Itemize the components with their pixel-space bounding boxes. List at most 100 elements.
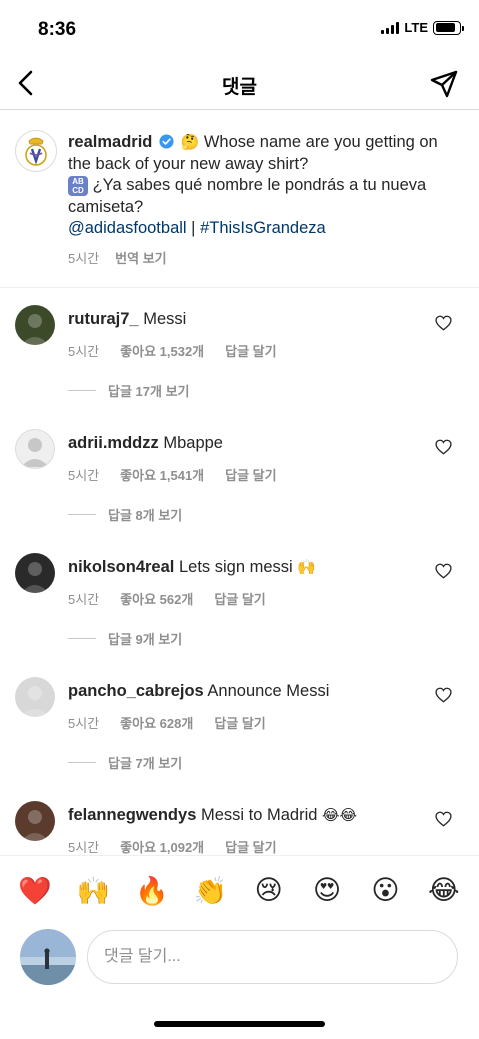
nav-bar: 댓글: [0, 58, 479, 110]
comment-body: Messi: [143, 310, 187, 328]
comment-input[interactable]: [87, 930, 458, 984]
comment-meta: 5시간 좋아요 1,532개 답글 달기: [68, 341, 277, 360]
emoji-glyph: 🔥: [135, 875, 169, 907]
heart-icon[interactable]: [435, 563, 452, 579]
comment-item: ruturaj7_ Messi 5시간 좋아요 1,532개 답글 달기 답글 …: [0, 305, 479, 429]
emoji-glyph: 😢: [254, 875, 283, 906]
comment-meta: 5시간 좋아요 1,092개 답글 달기: [68, 837, 277, 856]
comment-likes[interactable]: 좋아요 1,541개: [120, 465, 204, 484]
mention-link[interactable]: @adidasfootball: [68, 219, 187, 237]
comment-emoji: 🙌: [297, 558, 316, 576]
heart-icon[interactable]: [435, 315, 452, 331]
commenter-avatar[interactable]: [15, 553, 55, 593]
caption-text: realmadrid 🤔 Whose name are you getting …: [68, 132, 463, 240]
emoji-quick-bar: ❤️ 🙌 🔥 👏 😢 😍 😮 😂: [0, 855, 479, 925]
reply-button[interactable]: 답글 달기: [225, 465, 276, 484]
view-replies-button[interactable]: 답글 9개 보기: [68, 629, 182, 648]
view-replies-label: 답글 9개 보기: [108, 632, 183, 647]
verified-badge-icon: [159, 134, 174, 149]
comment-time: 5시간: [68, 840, 100, 855]
quick-emoji-button[interactable]: ❤️: [17, 873, 53, 909]
battery-level: [435, 23, 456, 32]
comment-text: nikolson4real Lets sign messi 🙌: [68, 558, 316, 577]
commenter-avatar[interactable]: [15, 305, 55, 345]
heart-icon[interactable]: [435, 439, 452, 455]
commenter-avatar[interactable]: [15, 677, 55, 717]
replies-divider: [68, 390, 96, 391]
comment-username[interactable]: adrii.mddzz: [68, 434, 159, 452]
comment-likes[interactable]: 좋아요 562개: [120, 589, 193, 608]
abcd-emoji: AB CD: [68, 176, 88, 196]
post-caption: realmadrid 🤔 Whose name are you getting …: [0, 110, 479, 288]
quick-emoji-button[interactable]: 🔥: [134, 873, 170, 909]
thinking-emoji: 🤔: [180, 133, 200, 151]
quick-emoji-button[interactable]: 😢: [251, 873, 287, 909]
comment-likes[interactable]: 좋아요 1,092개: [120, 837, 204, 856]
emoji-glyph: 😍: [312, 875, 342, 906]
quick-emoji-button[interactable]: 🙌: [76, 873, 112, 909]
comment-item: pancho_cabrejos Announce Messi 5시간 좋아요 6…: [0, 677, 479, 801]
emoji-glyph: 😂: [428, 875, 460, 906]
abcd-emoji-top: AB: [72, 177, 84, 186]
comment-text: pancho_cabrejos Announce Messi: [68, 682, 329, 701]
paper-plane-icon: [430, 70, 458, 98]
send-button[interactable]: [429, 69, 459, 99]
comment-meta: 5시간 좋아요 628개 답글 달기: [68, 713, 266, 732]
comment-text: ruturaj7_ Messi: [68, 310, 186, 329]
replies-divider: [68, 638, 96, 639]
comment-text: felannegwendys Messi to Madrid 😂😂: [68, 806, 357, 825]
reply-button[interactable]: 답글 달기: [225, 341, 276, 360]
comment-body: Messi to Madrid: [200, 806, 318, 824]
abcd-emoji-bottom: CD: [72, 186, 84, 195]
signal-icon: [381, 21, 400, 34]
comment-time: 5시간: [68, 716, 100, 731]
status-indicators: LTE: [381, 20, 464, 35]
caption-meta: 5시간 번역 보기: [68, 248, 167, 267]
view-replies-button[interactable]: 답글 17개 보기: [68, 381, 189, 400]
comment-body: Mbappe: [163, 434, 223, 452]
heart-icon[interactable]: [435, 687, 452, 703]
comment-body: Lets sign messi: [178, 558, 293, 576]
comment-likes[interactable]: 좋아요 1,532개: [120, 341, 204, 360]
hashtag-link[interactable]: #ThisIsGrandeza: [200, 219, 326, 237]
comment-likes[interactable]: 좋아요 628개: [120, 713, 193, 732]
quick-emoji-button[interactable]: 😂: [426, 873, 462, 909]
real-madrid-crest-avatar[interactable]: [15, 130, 57, 172]
heart-icon[interactable]: [435, 811, 452, 827]
comment-username[interactable]: felannegwendys: [68, 806, 196, 824]
reply-button[interactable]: 답글 달기: [225, 837, 276, 856]
network-label: LTE: [404, 20, 428, 35]
reply-button[interactable]: 답글 달기: [214, 713, 265, 732]
caption-username[interactable]: realmadrid: [68, 133, 152, 151]
comment-username[interactable]: nikolson4real: [68, 558, 174, 576]
status-bar: 8:36 LTE: [0, 0, 479, 60]
quick-emoji-button[interactable]: 😍: [309, 873, 345, 909]
home-indicator[interactable]: [154, 1021, 325, 1027]
comment-item: adrii.mddzz Mbappe 5시간 좋아요 1,541개 답글 달기 …: [0, 429, 479, 553]
emoji-glyph: ❤️: [18, 875, 52, 907]
comment-meta: 5시간 좋아요 562개 답글 달기: [68, 589, 266, 608]
caption-text-es: ¿Ya sabes qué nombre le pondrás a tu nue…: [68, 176, 427, 216]
battery-icon: [433, 20, 464, 35]
comment-emoji: 😂😂: [322, 806, 358, 824]
view-replies-button[interactable]: 답글 8개 보기: [68, 505, 182, 524]
view-replies-button[interactable]: 답글 7개 보기: [68, 753, 182, 772]
caption-time: 5시간: [68, 251, 100, 266]
emoji-glyph: 🙌: [76, 875, 111, 907]
quick-emoji-button[interactable]: 👏: [192, 873, 228, 909]
comment-username[interactable]: ruturaj7_: [68, 310, 139, 328]
comment-time: 5시간: [68, 468, 100, 483]
emoji-glyph: 😮: [371, 875, 400, 906]
translate-button[interactable]: 번역 보기: [115, 248, 166, 267]
crest-icon: [25, 137, 47, 166]
comment-username[interactable]: pancho_cabrejos: [68, 682, 204, 700]
reply-button[interactable]: 답글 달기: [214, 589, 265, 608]
commenter-avatar[interactable]: [15, 801, 55, 841]
avatar-photo-icon: [20, 929, 76, 985]
my-avatar: [20, 929, 76, 985]
comment-time: 5시간: [68, 592, 100, 607]
quick-emoji-button[interactable]: 😮: [367, 873, 403, 909]
status-time: 8:36: [38, 19, 77, 40]
comment-time: 5시간: [68, 344, 100, 359]
commenter-avatar[interactable]: [15, 429, 55, 469]
